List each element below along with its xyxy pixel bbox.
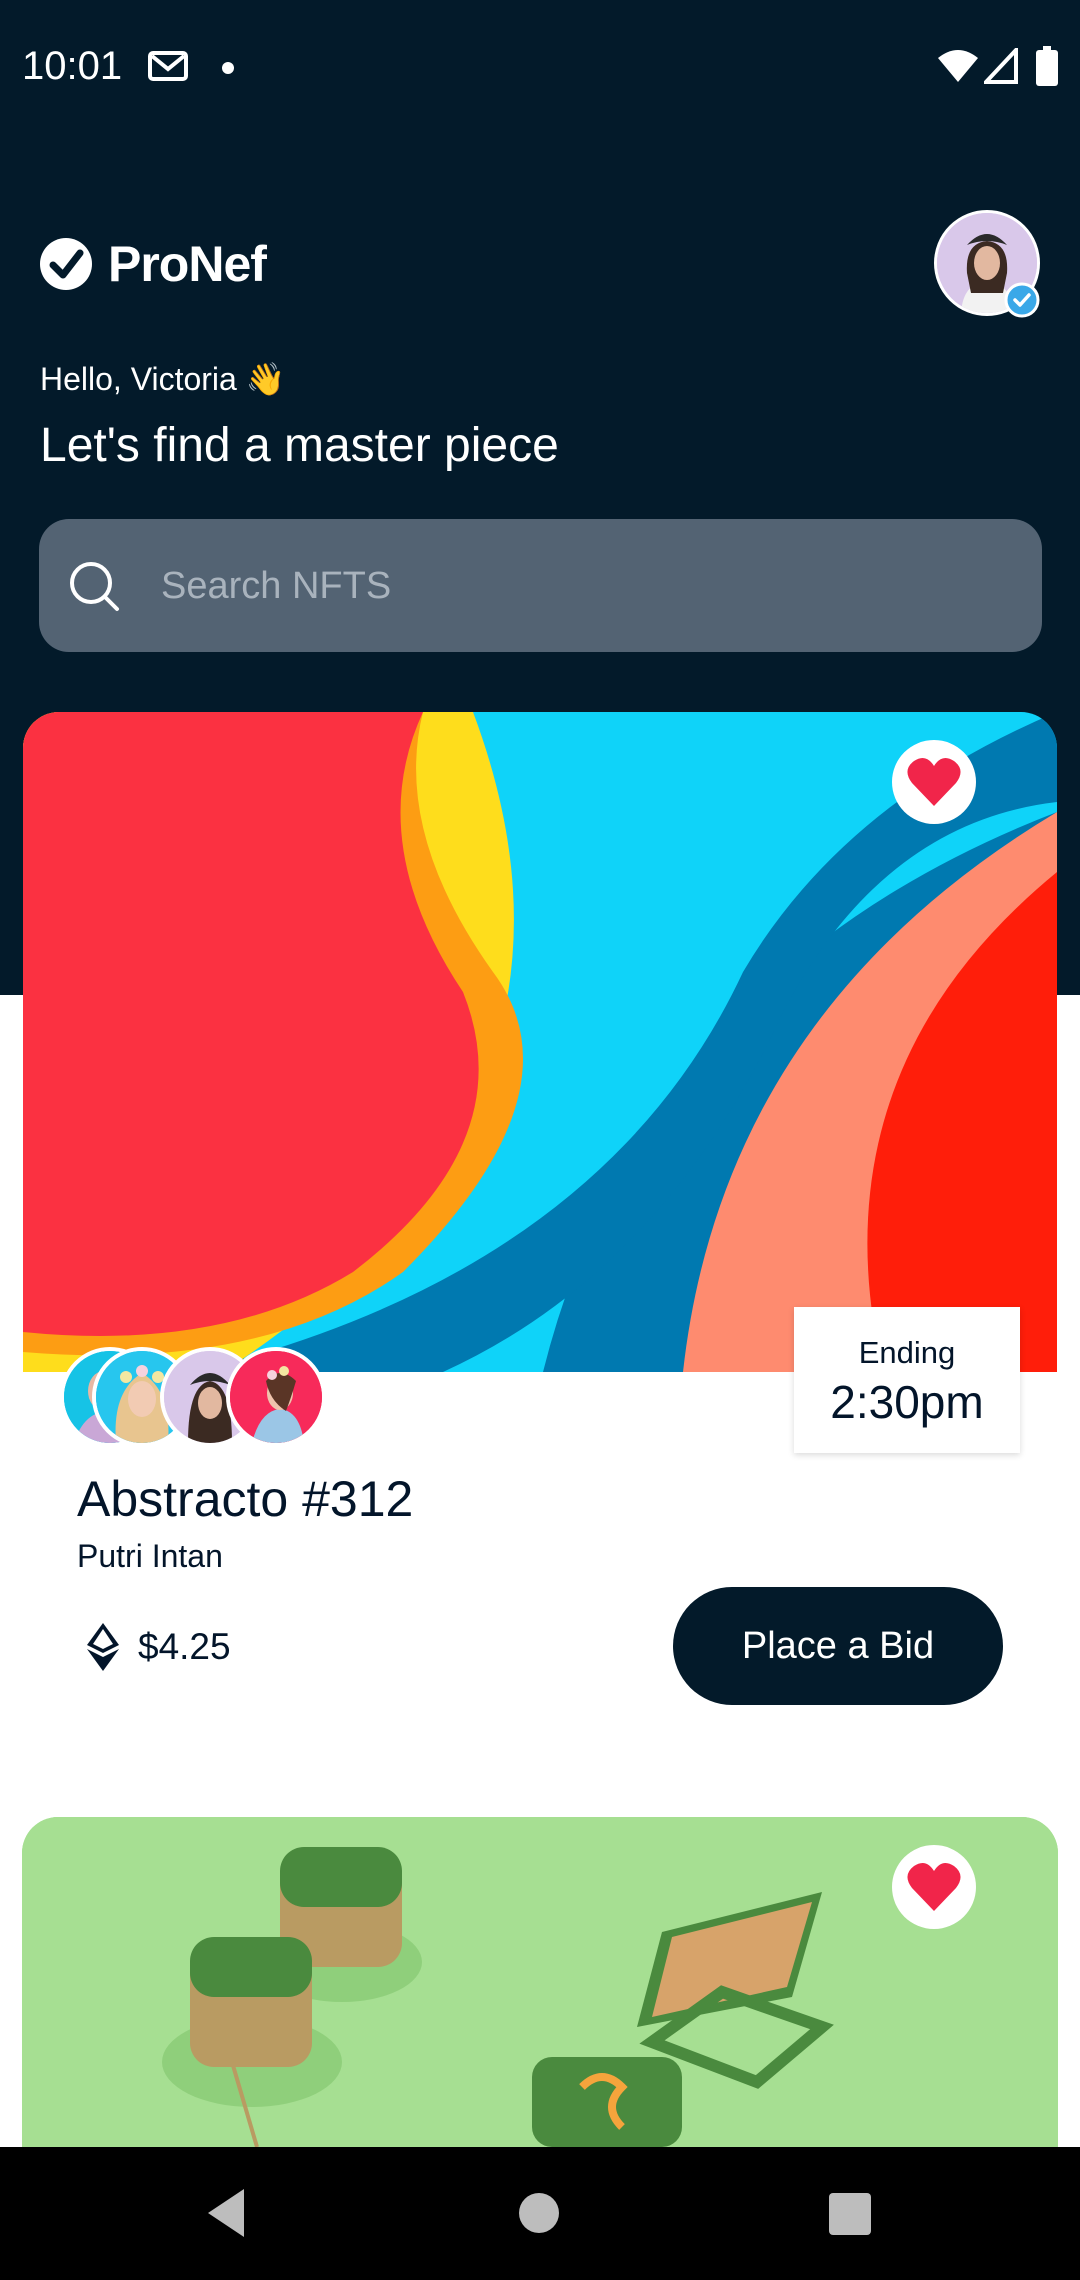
back-icon[interactable] bbox=[204, 2187, 248, 2239]
nft-artist: Putri Intan bbox=[77, 1538, 223, 1574]
place-bid-button[interactable]: Place a Bid bbox=[673, 1587, 1003, 1705]
signal-icon bbox=[984, 48, 1018, 84]
ending-label: Ending bbox=[858, 1335, 956, 1370]
portrait-icon bbox=[230, 1351, 322, 1443]
search-bar[interactable] bbox=[39, 519, 1042, 654]
owner-avatar bbox=[226, 1347, 326, 1447]
status-bar: 10:01 bbox=[0, 0, 1080, 135]
heart-icon bbox=[907, 1862, 961, 1911]
checkmark-logo-icon bbox=[40, 238, 92, 290]
price-value: $4.25 bbox=[138, 1626, 231, 1667]
status-time: 10:01 bbox=[22, 44, 123, 88]
greeting-text: Hello, Victoria 👋 bbox=[40, 361, 286, 397]
recent-apps-icon[interactable] bbox=[829, 2193, 871, 2235]
page-headline: Let's find a master piece bbox=[40, 419, 559, 472]
app-logo: ProNef bbox=[40, 236, 267, 292]
gmail-icon bbox=[148, 51, 188, 81]
app-name: ProNef bbox=[108, 236, 267, 292]
battery-icon bbox=[1036, 46, 1058, 86]
abstract-artwork-image bbox=[23, 712, 1057, 1372]
ethereum-icon bbox=[87, 1623, 119, 1671]
auction-ending-box: Ending 2:30pm bbox=[794, 1307, 1020, 1453]
search-icon bbox=[70, 562, 119, 611]
notification-dot-icon bbox=[222, 62, 234, 74]
verified-badge-icon bbox=[1004, 282, 1040, 318]
heart-icon bbox=[907, 757, 961, 806]
ending-time: 2:30pm bbox=[830, 1376, 984, 1428]
nft-artwork-abstract[interactable] bbox=[23, 712, 1057, 1372]
search-input[interactable] bbox=[159, 519, 1023, 654]
system-navigation-bar bbox=[0, 2147, 1080, 2280]
nft-title: Abstracto #312 bbox=[77, 1471, 414, 1527]
home-icon[interactable] bbox=[519, 2193, 559, 2233]
favorite-button[interactable] bbox=[892, 1845, 976, 1929]
favorite-button[interactable] bbox=[892, 740, 976, 824]
owner-avatars[interactable] bbox=[60, 1347, 350, 1451]
wifi-icon bbox=[938, 50, 978, 82]
nft-price: $4.25 bbox=[86, 1622, 231, 1672]
